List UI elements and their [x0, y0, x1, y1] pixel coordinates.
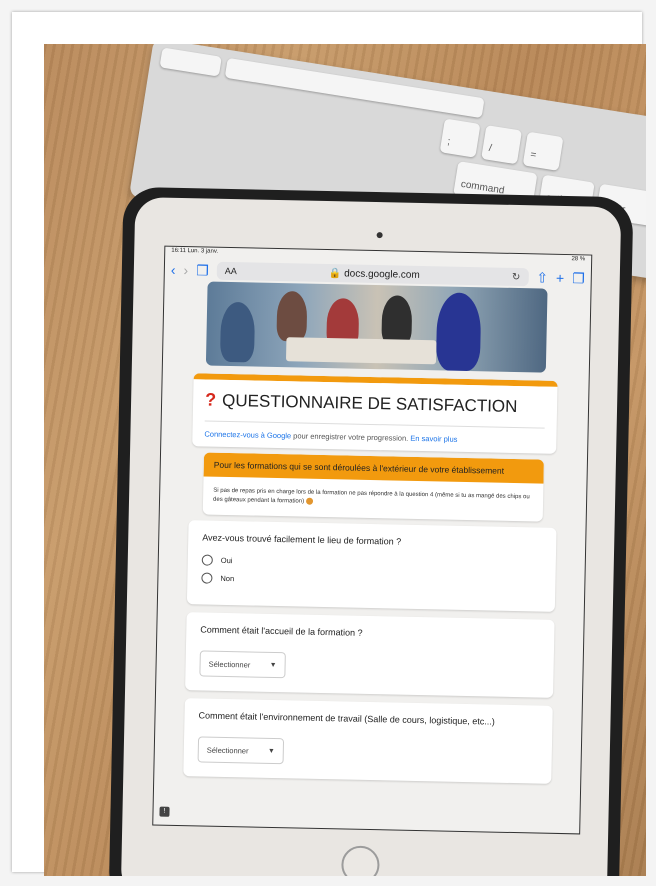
signin-notice: Connectez-vous à Google pour enregistrer… [204, 420, 545, 446]
radio-option-oui[interactable]: Oui [201, 554, 542, 573]
keyboard-key: ; [439, 118, 481, 158]
question-card-welcome: Comment était l'accueil de la formation … [185, 612, 555, 698]
radio-button[interactable] [201, 554, 213, 566]
photo-person [435, 292, 482, 372]
url-text: docs.google.com [344, 267, 420, 281]
radio-label: Non [220, 573, 235, 584]
question-card-environment: Comment était l'environnement de travail… [183, 698, 553, 784]
select-dropdown[interactable]: Sélectionner ▼ [197, 736, 285, 765]
chevron-down-icon: ▼ [269, 661, 277, 669]
question-title: Avez-vous trouvé facilement le lieu de f… [202, 532, 402, 547]
book-icon[interactable]: ❒ [196, 262, 209, 279]
forward-icon[interactable]: › [183, 262, 188, 278]
form-title-card: ? QUESTIONNAIRE DE SATISFACTION Connecte… [192, 373, 558, 454]
share-icon[interactable]: ⇧ [536, 269, 548, 286]
photo-frame: ; / = command option contr 16:11 Lun. 3 … [12, 12, 646, 876]
select-dropdown[interactable]: Sélectionner ▼ [199, 650, 286, 679]
form-content: ? QUESTIONNAIRE DE SATISFACTION Connecte… [153, 281, 590, 834]
keyboard-key [224, 57, 485, 119]
status-time: 16:11 Lun. 3 janv. [171, 247, 219, 255]
section-description-wrap: Si pas de repas pris en charge lors de l… [203, 476, 544, 521]
select-value: Sélectionner [206, 745, 249, 756]
ipad-screen: 16:11 Lun. 3 janv. 28 % ‹ › ❒ AA 🔒 docs.… [152, 245, 593, 835]
radio-option-non[interactable]: Non [201, 572, 541, 591]
reload-icon[interactable]: ↻ [512, 271, 521, 282]
signin-text: pour enregistrer votre progression. [291, 431, 411, 443]
question-card-location: Avez-vous trouvé facilement le lieu de f… [186, 520, 557, 612]
ipad-bezel: 16:11 Lun. 3 janv. 28 % ‹ › ❒ AA 🔒 docs.… [120, 196, 622, 876]
question-mark-icon: ? [204, 389, 217, 410]
wooden-desk: ; / = command option contr 16:11 Lun. 3 … [44, 44, 646, 876]
keyboard-key: = [522, 131, 564, 171]
plus-icon[interactable]: + [556, 270, 565, 286]
learn-more-link[interactable]: En savoir plus [410, 434, 457, 444]
cookie-emoji-icon [305, 497, 313, 505]
photo-person [276, 290, 308, 342]
select-value: Sélectionner [208, 659, 251, 670]
keyboard-key: / [481, 125, 523, 165]
question-title: Comment était l'environnement de travail… [198, 710, 495, 727]
photo-person [219, 301, 256, 363]
home-button[interactable] [341, 845, 380, 876]
section-card: Pour les formations qui se sont déroulée… [202, 452, 544, 522]
question-title: Comment était l'accueil de la formation … [200, 624, 363, 638]
form-title: QUESTIONNAIRE DE SATISFACTION [221, 390, 518, 416]
chevron-down-icon: ▼ [267, 747, 275, 755]
radio-button[interactable] [201, 572, 213, 584]
camera [376, 232, 383, 239]
back-icon[interactable]: ‹ [171, 262, 176, 278]
photo-table [285, 337, 437, 365]
keyboard-key [159, 47, 222, 77]
feedback-icon[interactable]: ! [159, 806, 170, 817]
photo-person [381, 295, 413, 346]
header-image [205, 281, 548, 373]
url-display: 🔒 docs.google.com [329, 268, 420, 281]
tabs-icon[interactable]: ❐ [572, 270, 585, 287]
radio-label: Oui [220, 555, 233, 566]
section-description: Si pas de repas pris en charge lors de l… [212, 487, 530, 505]
signin-link[interactable]: Connectez-vous à Google [204, 429, 291, 440]
ipad: 16:11 Lun. 3 janv. 28 % ‹ › ❒ AA 🔒 docs.… [108, 186, 634, 876]
status-battery: 28 % [571, 256, 586, 263]
text-size-button[interactable]: AA [225, 266, 237, 276]
lock-icon: 🔒 [328, 267, 342, 279]
